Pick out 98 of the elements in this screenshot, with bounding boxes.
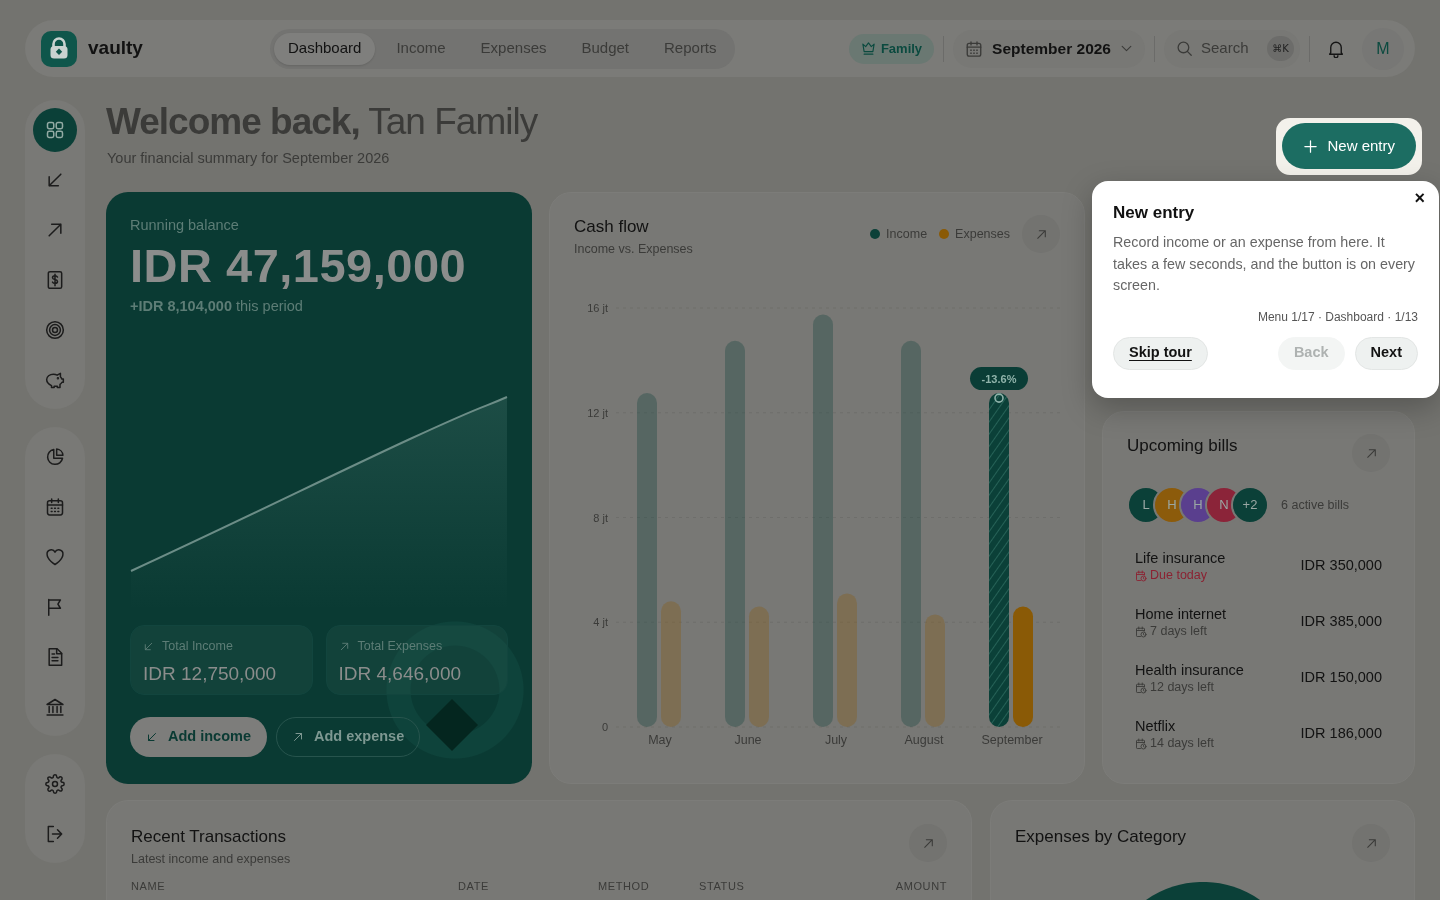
balance-amount: IDR 47,159,000 [130,238,468,294]
legend-label: Expenses [955,225,1010,243]
ring-marker-icon [994,393,1004,403]
skip-tour-button[interactable]: Skip tour [1113,336,1208,370]
sidebar-item[interactable] [33,108,77,152]
search-input[interactable]: Search [1201,37,1259,60]
bill-amount: IDR 385,000 [1300,612,1382,632]
heart-icon [45,547,65,567]
nav-tab[interactable]: Reports [650,32,731,65]
search-icon [1176,40,1193,57]
due-label: 14 days left [1150,735,1214,752]
due-label: 12 days left [1150,679,1214,696]
period-picker[interactable]: September 2026 [953,29,1145,68]
calendar-clock-icon [1135,681,1147,694]
x-axis-label: May [648,732,672,747]
column-header: NAME [131,879,167,893]
bill-count: 6 active bills [1281,496,1350,514]
calendar-icon [965,39,984,58]
arrow-up-right-icon [292,731,304,743]
arrow-up-right-icon [921,836,935,850]
x-axis-label: July [824,732,848,747]
calendar-icon [45,497,65,517]
stat-label: Total Income [162,638,233,655]
card-subtitle: Income vs. Expenses [574,241,693,258]
x-axis-label: September [981,732,1043,747]
due-label: 7 days left [1150,623,1207,640]
x-axis-label: August [904,732,944,747]
y-axis-label: 4 jt [593,616,608,628]
card-title: Recent Transactions [131,826,287,847]
logout-icon [45,824,65,844]
tour-step-text: Menu 1/17 · Dashboard · 1/13 [1256,309,1418,324]
dollar-document-icon [45,270,65,290]
column-header: AMOUNT [895,879,947,893]
document-icon [45,647,65,667]
nav-tab[interactable]: Budget [567,32,643,65]
annotation: -13.6% [981,372,1017,385]
close-button[interactable]: × [1410,187,1429,209]
bank-icon [45,697,65,717]
y-axis-label: 12 jt [587,406,608,419]
stat-value: IDR 12,750,000 [143,662,278,685]
diamond-drawing [426,699,478,751]
pie-chart-icon [45,447,65,467]
bill-amount: IDR 350,000 [1300,556,1382,576]
crown-icon [860,41,876,56]
piggy-bank-icon [45,370,65,390]
arrow-up-right-icon [1364,836,1378,850]
legend-label: Income [886,225,928,243]
bill-name: Home internet [1135,605,1227,623]
new-entry-button[interactable]: New entry [1282,123,1416,169]
calendar-clock-icon [1135,737,1147,750]
column-header: STATUS [699,879,746,893]
calendar-clock-icon [1135,625,1147,638]
arrow-up-right-icon [338,640,350,652]
next-button[interactable]: Next [1354,336,1418,370]
column-header: DATE [458,879,490,893]
bill-amount: IDR 186,000 [1300,724,1382,744]
welcome-subtitle: Your financial summary for September 2026 [107,149,391,168]
stat-label: Total Expenses [357,638,443,655]
arrow-down-left-icon [146,731,158,743]
plus-icon [1303,138,1319,154]
popover-text: Record income or an expense from here. It takes a few seconds, and the button is on every screen. [1113,233,1416,295]
y-axis-label: 16 jt [587,301,608,314]
logo-icon [41,30,77,67]
x-axis-label: June [734,732,762,747]
arrow-up-right-icon [1364,446,1378,460]
column-header: METHOD [598,879,651,893]
welcome-heading: Welcome back, Tan Family [106,100,538,144]
target-icon [45,320,65,340]
calendar-clock-icon [1135,569,1147,582]
balance-change: +IDR 8,104,000 this period [130,297,304,315]
popover-title: New entry [1113,202,1196,224]
stat-value: IDR 4,646,000 [338,662,463,685]
card-title: Upcoming bills [1127,435,1238,456]
card-title: Cash flow [574,216,650,237]
y-axis-label: 8 jt [593,511,608,524]
bill-name: Health insurance [1135,661,1244,679]
user-avatar[interactable]: M [1362,27,1404,70]
bill-avatar: +2 [1231,486,1269,524]
plan-badge[interactable]: Family [848,33,935,64]
arrow-up-right-icon [1034,227,1048,241]
bell-icon [1327,39,1345,58]
due-label: Due today [1150,567,1207,584]
shortcut-hint: ⌘K [1267,36,1294,61]
balance-label: Running balance [130,216,240,234]
brand-name: vaulty [88,36,143,61]
change-label: -13.6% [970,366,1028,390]
card-title: Expenses by Category [1015,826,1187,847]
card-subtitle: Latest income and expenses [131,851,291,868]
nav-tab[interactable]: Income [382,32,460,65]
bill-amount: IDR 150,000 [1300,668,1382,688]
settings-icon [45,774,65,794]
bill-name: Life insurance [1135,549,1226,567]
bill-name: Netflix [1135,717,1177,735]
grid-icon [45,120,65,140]
arrow-down-left-icon [143,640,154,652]
nav-tab[interactable]: Expenses [466,32,561,65]
nav-tab[interactable]: Dashboard [274,32,376,65]
add-income-button[interactable]: Add income [130,717,267,757]
